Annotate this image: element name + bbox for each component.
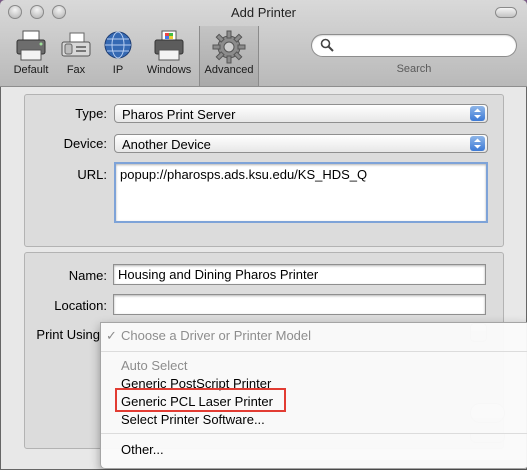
globe-icon xyxy=(104,31,132,59)
toolbar-fax-label: Fax xyxy=(66,64,86,76)
toolbar-windows-button[interactable]: Windows xyxy=(140,26,198,82)
device-value: Another Device xyxy=(122,137,211,152)
device-label: Device: xyxy=(63,136,107,151)
menu-separator xyxy=(101,433,527,434)
title-bar: Add Printer Default Fax IP Windows Advan… xyxy=(0,0,527,87)
type-label: Type: xyxy=(75,106,107,121)
checkmark-icon: ✓ xyxy=(106,328,117,343)
menu-item-other[interactable]: Other... xyxy=(121,442,164,457)
window-title: Add Printer xyxy=(230,5,297,20)
type-popup[interactable]: Pharos Print Server xyxy=(114,104,488,123)
windows-printer-icon xyxy=(154,30,184,61)
location-field[interactable] xyxy=(113,294,486,315)
highlight-box xyxy=(115,388,286,412)
toolbar-ip-label: IP xyxy=(112,64,124,76)
menu-separator xyxy=(101,351,527,352)
toolbar-fax-button[interactable]: Fax xyxy=(58,26,94,82)
menu-item-select-printer-software[interactable]: Select Printer Software... xyxy=(121,412,265,427)
name-field[interactable]: Housing and Dining Pharos Printer xyxy=(113,264,486,285)
gear-icon xyxy=(212,30,246,64)
search-input[interactable] xyxy=(311,34,517,57)
toolbar-default-label: Default xyxy=(13,64,49,76)
fax-icon xyxy=(61,32,91,57)
device-popup[interactable]: Another Device xyxy=(114,134,488,153)
toolbar-windows-label: Windows xyxy=(146,64,192,76)
type-value: Pharos Print Server xyxy=(122,107,236,122)
printer-icon xyxy=(16,30,46,61)
search-icon xyxy=(320,38,334,52)
updown-arrow-icon xyxy=(470,106,485,121)
url-field[interactable]: popup://pharosps.ads.ksu.edu/KS_HDS_Q xyxy=(114,162,488,223)
name-label: Name: xyxy=(68,268,107,283)
toolbar-advanced-label: Advanced xyxy=(204,64,254,76)
menu-item-auto-select: Auto Select xyxy=(121,358,188,373)
search-label: Search xyxy=(396,63,432,75)
toolbar-default-button[interactable]: Default xyxy=(6,26,56,82)
url-label: URL: xyxy=(77,167,107,182)
toolbar-ip-button[interactable]: IP xyxy=(100,26,136,82)
toolbar-advanced-button[interactable]: Advanced xyxy=(199,26,259,86)
add-printer-window: Add Printer Default Fax IP Windows Advan… xyxy=(0,0,527,470)
location-label: Location: xyxy=(54,298,107,313)
toolbar-toggle-button[interactable] xyxy=(495,7,517,18)
menu-selected-placeholder[interactable]: Choose a Driver or Printer Model xyxy=(121,328,311,343)
print-using-label: Print Using xyxy=(36,327,100,342)
updown-arrow-icon xyxy=(470,136,485,151)
